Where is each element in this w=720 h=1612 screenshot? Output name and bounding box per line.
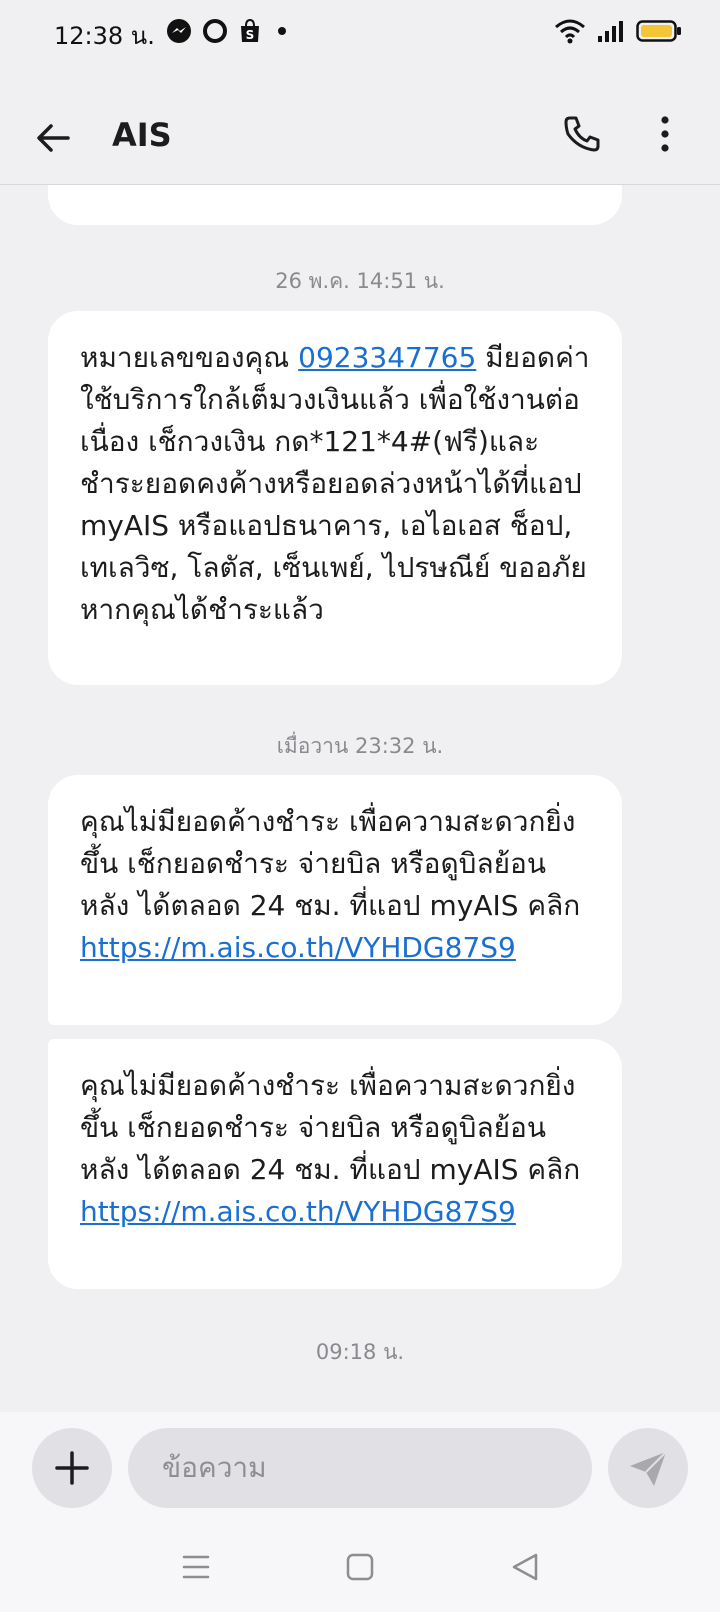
send-icon bbox=[630, 1451, 667, 1486]
svg-text:S: S bbox=[246, 28, 255, 42]
message-bubble-previous[interactable] bbox=[48, 185, 622, 225]
message-input[interactable]: ข้อความ bbox=[128, 1428, 592, 1508]
attach-button[interactable] bbox=[32, 1428, 112, 1508]
message-bubble[interactable]: หมายเลขของคุณ 0923347765 มียอดค่าใช้บริก… bbox=[48, 311, 622, 685]
message-link[interactable]: https://m.ais.co.th/VYHDG87S9 bbox=[80, 931, 516, 964]
message-text: คุณไม่มียอดค้างชำระ เพื่อความสะดวกยิ่งขึ… bbox=[80, 805, 581, 922]
circle-app-icon bbox=[203, 19, 227, 43]
messenger-icon bbox=[167, 19, 191, 43]
phone-icon[interactable] bbox=[560, 112, 604, 156]
home-nav-icon[interactable] bbox=[340, 1550, 380, 1584]
phone-number-link[interactable]: 0923347765 bbox=[298, 341, 476, 374]
message-bubble[interactable]: คุณไม่มียอดค้างชำระ เพื่อความสะดวกยิ่งขึ… bbox=[48, 775, 622, 1025]
message-bubble[interactable]: คุณไม่มียอดค้างชำระ เพื่อความสะดวกยิ่งขึ… bbox=[48, 1039, 622, 1289]
signal-icon bbox=[598, 21, 623, 42]
message-text: หมายเลขของคุณ bbox=[80, 341, 299, 374]
notification-icons: S bbox=[166, 18, 292, 44]
system-icons bbox=[554, 18, 682, 44]
conversation-title: AIS bbox=[112, 116, 172, 154]
app-bar: AIS bbox=[0, 88, 720, 185]
send-button[interactable] bbox=[608, 1428, 688, 1508]
message-timestamp: 09:18 น. bbox=[315, 1340, 405, 1364]
menu-nav-icon[interactable] bbox=[176, 1550, 216, 1584]
composer-bar: ข้อความ bbox=[0, 1412, 720, 1522]
system-nav-bar bbox=[0, 1522, 720, 1612]
plus-icon bbox=[55, 1451, 89, 1485]
status-bar: 12:38 น. S bbox=[0, 0, 720, 64]
battery-icon bbox=[636, 20, 681, 42]
wifi-icon bbox=[555, 19, 585, 44]
message-timestamp: 26 พ.ค. 14:51 น. bbox=[275, 269, 445, 293]
more-vert-icon[interactable] bbox=[650, 112, 680, 156]
status-time: 12:38 น. bbox=[54, 22, 155, 50]
message-timestamp: เมื่อวาน 23:32 น. bbox=[276, 734, 444, 758]
back-nav-icon[interactable] bbox=[506, 1550, 546, 1584]
shopee-icon: S bbox=[241, 18, 259, 42]
back-arrow-icon[interactable] bbox=[32, 116, 76, 160]
message-thread[interactable]: 26 พ.ค. 14:51 น. หมายเลขของคุณ 092334776… bbox=[0, 185, 720, 1411]
message-text: มียอดค่าใช้บริการใกล้เต็มวงเงินแล้ว เพื่… bbox=[80, 341, 590, 626]
dot-icon bbox=[278, 27, 286, 35]
message-link[interactable]: https://m.ais.co.th/VYHDG87S9 bbox=[80, 1195, 516, 1228]
message-text: คุณไม่มียอดค้างชำระ เพื่อความสะดวกยิ่งขึ… bbox=[80, 1069, 581, 1186]
